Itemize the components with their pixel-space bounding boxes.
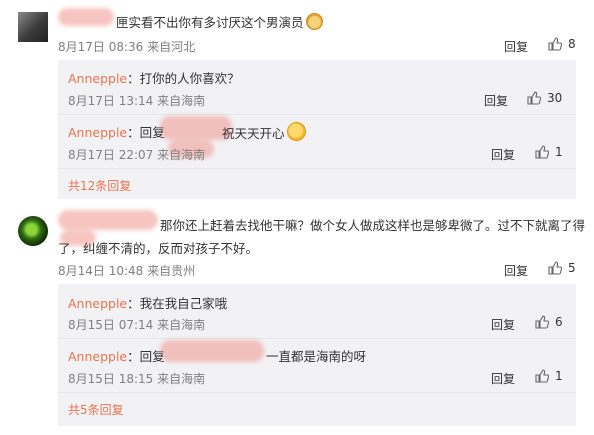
- like-count: 6: [555, 314, 563, 329]
- commenter-avatar[interactable]: [18, 12, 48, 42]
- kiss-emoji-icon: [286, 122, 306, 141]
- like-count: 5: [568, 260, 576, 275]
- redacted-username: [58, 210, 158, 230]
- thumbs-up-icon: [548, 260, 562, 275]
- thumbs-up-icon: [535, 368, 549, 383]
- like-count: 1: [555, 368, 563, 383]
- reply-button[interactable]: 回复: [491, 146, 515, 163]
- reply-text-suffix: 祝天天开心: [222, 122, 306, 142]
- reply-button[interactable]: 回复: [504, 262, 528, 279]
- like-count: 1: [555, 144, 563, 159]
- reply-meta: 8月15日 18:15 来自海南: [68, 372, 206, 386]
- divider: [58, 392, 576, 393]
- comment-text: 匣实看不出你有多讨厌这个男演员: [116, 12, 323, 31]
- reply-button[interactable]: 回复: [484, 92, 508, 109]
- comment-meta: 8月14日 10:48 来自贵州: [58, 264, 196, 278]
- comment-text-line2: 了，纠缠不清的，反而对孩子不好。: [58, 241, 259, 256]
- like-count: 30: [547, 90, 563, 105]
- divider: [58, 338, 576, 339]
- like-button[interactable]: 30: [527, 90, 562, 105]
- reply-username[interactable]: Annepple: [68, 296, 127, 311]
- comment-text: 那你还上赶着去找他干嘛？做个女人做成这样也是够卑微了。过不下就离了得: [160, 218, 586, 233]
- thumbs-up-icon: [535, 314, 549, 329]
- reply-button[interactable]: 回复: [491, 316, 515, 333]
- reply-text: Annepple：打你的人你喜欢？: [68, 71, 240, 86]
- like-count: 8: [568, 36, 576, 51]
- divider: [58, 114, 576, 115]
- reply-text: Annepple：回复: [68, 125, 165, 140]
- like-button[interactable]: 1: [535, 368, 563, 383]
- reply-meta: 8月15日 07:14 来自海南: [68, 318, 206, 332]
- like-button[interactable]: 6: [535, 314, 563, 329]
- reply-text: Annepple：回复: [68, 349, 165, 364]
- thumbs-up-icon: [535, 144, 549, 159]
- commenter-avatar[interactable]: [18, 216, 48, 246]
- redacted-username: [58, 8, 114, 26]
- reply-button[interactable]: 回复: [504, 38, 528, 55]
- reply-username[interactable]: Annepple: [68, 125, 127, 140]
- like-button[interactable]: 8: [548, 36, 576, 51]
- like-button[interactable]: 1: [535, 144, 563, 159]
- comment-meta: 8月17日 08:36 来自河北: [58, 40, 196, 54]
- reply-username[interactable]: Annepple: [68, 349, 127, 364]
- more-replies-link[interactable]: 共5条回复: [68, 401, 124, 418]
- reply-text-suffix: 一直都是海南的呀: [266, 349, 367, 364]
- thumbs-up-icon: [548, 36, 562, 51]
- reply-text: Annepple：我在我自己家哦: [68, 296, 228, 311]
- reply-meta: 8月17日 13:14 来自海南: [68, 94, 206, 108]
- reply-button[interactable]: 回复: [491, 370, 515, 387]
- redacted-username: [160, 340, 264, 362]
- divider: [58, 168, 576, 169]
- like-button[interactable]: 5: [548, 260, 576, 275]
- doge-emoji-icon: [305, 13, 323, 30]
- reply-username[interactable]: Annepple: [68, 71, 127, 86]
- more-replies-link[interactable]: 共12条回复: [68, 177, 131, 194]
- thumbs-up-icon: [527, 90, 541, 105]
- reply-meta: 8月17日 22:07 来自海南: [68, 148, 206, 162]
